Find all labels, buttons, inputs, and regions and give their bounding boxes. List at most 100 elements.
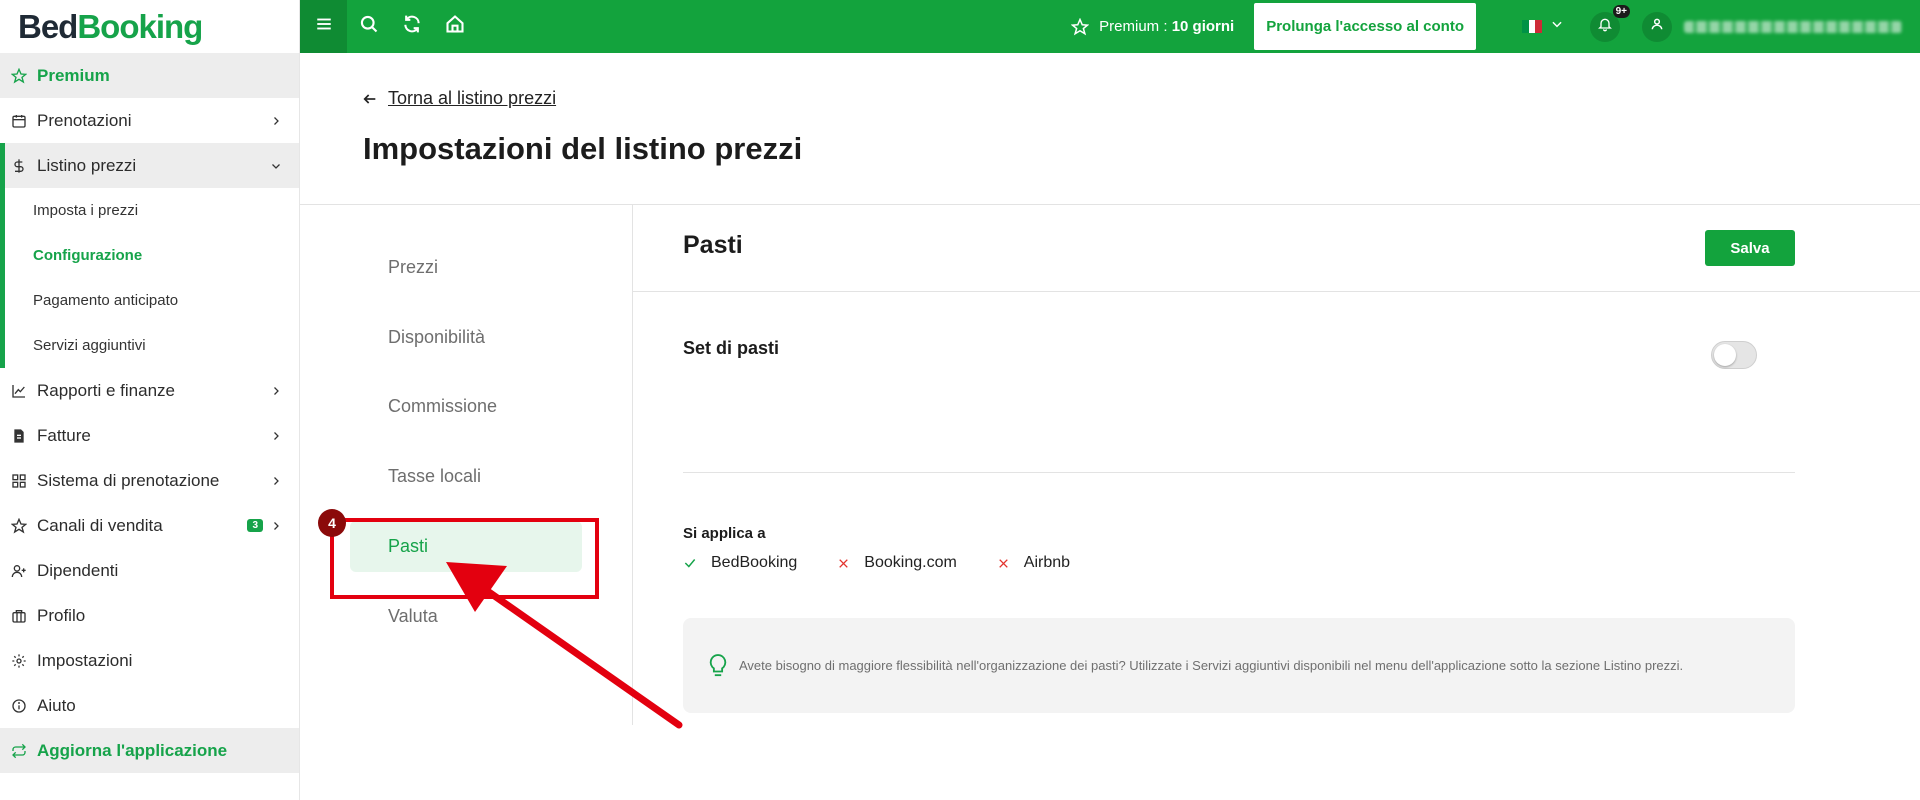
home-button[interactable] [433, 0, 476, 53]
sidebar-subnav: Imposta i prezzi Configurazione Pagament… [0, 188, 299, 368]
grid-icon [10, 472, 28, 490]
chevron-down-icon [269, 159, 283, 173]
main-content: Torna al listino prezzi Impostazioni del… [300, 53, 1920, 800]
italy-flag-icon [1522, 20, 1543, 33]
check-icon [683, 556, 697, 570]
refresh-button[interactable] [390, 0, 433, 53]
top-bar: Premium : 10 giorni Prolunga l'accesso a… [300, 0, 1920, 53]
sidebar-nav-lower: Rapporti e finanze Fatture Sistema di pr… [0, 368, 299, 773]
sidebar-item-label: Prenotazioni [37, 110, 132, 130]
sidebar-item-label: Premium [37, 65, 110, 85]
home-icon [445, 14, 465, 39]
tab-commissione[interactable]: Commissione [350, 381, 582, 432]
sidebar-item-label: Fatture [37, 425, 91, 445]
meal-set-label: Set di pasti [683, 338, 780, 358]
tab-pasti[interactable]: Pasti [350, 521, 582, 572]
sidebar-item-label: Sistema di prenotazione [37, 470, 220, 490]
user-icon [1650, 17, 1664, 36]
dollar-icon [10, 157, 28, 175]
hamburger-icon [315, 15, 333, 38]
sidebar-item-label: Aiuto [37, 695, 76, 715]
notification-count-badge: 9+ [1612, 4, 1630, 18]
cross-icon [837, 557, 850, 570]
sidebar-item-label: Rapporti e finanze [37, 380, 175, 400]
step-number-badge: 4 [318, 509, 346, 537]
info-text: Avete bisogno di maggiore flessibilità n… [739, 657, 1684, 673]
sidebar: Bed Booking Premium Prenotazioni Listino … [0, 0, 300, 800]
star-icon [10, 67, 28, 85]
user-plus-icon [10, 562, 28, 580]
search-icon [359, 14, 379, 39]
channel-booking-com: Booking.com [837, 554, 957, 572]
star-icon [10, 517, 28, 535]
refresh-icon [10, 742, 28, 760]
briefcase-icon [10, 607, 28, 625]
save-button[interactable]: Salva [1705, 230, 1795, 266]
channel-name: Airbnb [1023, 554, 1071, 571]
sidebar-item-label: Impostazioni [37, 650, 133, 670]
applies-to-label: Si applica a [683, 525, 766, 542]
extend-access-button[interactable]: Prolunga l'accesso al conto [1254, 3, 1476, 50]
app-logo[interactable]: Bed Booking [0, 0, 299, 53]
bell-icon [1597, 16, 1613, 37]
premium-label: Premium : [1099, 18, 1168, 35]
user-avatar-button[interactable] [1642, 11, 1672, 42]
sidebar-item-rapporti[interactable]: Rapporti e finanze [0, 368, 299, 413]
sidebar-item-label: Listino prezzi [37, 155, 137, 175]
section-divider [683, 472, 1795, 473]
meal-set-toggle[interactable] [1711, 341, 1757, 369]
channel-name: Booking.com [864, 554, 957, 571]
sidebar-item-fatture[interactable]: Fatture [0, 413, 299, 458]
count-badge: 3 [247, 519, 263, 532]
menu-toggle-button[interactable] [300, 0, 347, 53]
info-box: Avete bisogno di maggiore flessibilità n… [683, 618, 1795, 713]
page-title: Impostazioni del listino prezzi [363, 131, 803, 166]
sidebar-item-label: Dipendenti [37, 560, 119, 580]
logo-booking: Booking [77, 7, 203, 45]
language-selector[interactable] [1522, 17, 1564, 36]
sidebar-nav: Premium Prenotazioni Listino prezzi [0, 53, 299, 188]
sidebar-item-aiuto[interactable]: Aiuto [0, 683, 299, 728]
user-email-blurred[interactable] [1684, 20, 1902, 33]
sidebar-item-aggiorna[interactable]: Aggiorna l'applicazione [0, 728, 299, 773]
back-link-label: Torna al listino prezzi [388, 88, 557, 108]
sidebar-item-dipendenti[interactable]: Dipendenti [0, 548, 299, 593]
sidebar-item-listino-prezzi[interactable]: Listino prezzi [0, 143, 299, 188]
sidebar-item-impostazioni[interactable]: Impostazioni [0, 638, 299, 683]
channel-name: BedBooking [711, 554, 798, 571]
sidebar-item-canali-vendita[interactable]: Canali di vendita 3 [0, 503, 299, 548]
sidebar-item-profilo[interactable]: Profilo [0, 593, 299, 638]
premium-days: 10 giorni [1171, 18, 1235, 35]
sidebar-item-sistema-prenotazione[interactable]: Sistema di prenotazione [0, 458, 299, 503]
gear-icon [10, 652, 28, 670]
star-icon [1071, 17, 1090, 36]
sidebar-item-premium[interactable]: Premium [0, 53, 299, 98]
tab-valuta[interactable]: Valuta [350, 591, 582, 642]
channel-list: BedBooking Booking.com Airbnb [683, 554, 1110, 572]
chevron-right-icon [269, 519, 283, 533]
chevron-right-icon [269, 429, 283, 443]
sidebar-item-label: Aggiorna l'applicazione [37, 740, 228, 760]
premium-status: Premium : 10 giorni [1071, 17, 1235, 36]
notifications-button[interactable]: 9+ [1590, 4, 1630, 42]
logo-bed: Bed [18, 7, 78, 45]
back-link[interactable]: Torna al listino prezzi [362, 88, 556, 109]
arrow-left-icon [362, 91, 378, 107]
chart-line-icon [10, 382, 28, 400]
sidebar-subitem-servizi-aggiuntivi[interactable]: Servizi aggiuntivi [0, 323, 299, 368]
cross-icon [997, 557, 1010, 570]
channel-airbnb: Airbnb [997, 554, 1070, 572]
chevron-right-icon [269, 114, 283, 128]
tab-disponibilita[interactable]: Disponibilità [350, 312, 582, 363]
sidebar-item-prenotazioni[interactable]: Prenotazioni [0, 98, 299, 143]
section-title: Pasti [683, 231, 743, 259]
sidebar-subitem-imposta-prezzi[interactable]: Imposta i prezzi [0, 188, 299, 233]
chevron-right-icon [269, 384, 283, 398]
sidebar-subitem-configurazione[interactable]: Configurazione [0, 233, 299, 278]
info-icon [10, 697, 28, 715]
tab-tasse-locali[interactable]: Tasse locali [350, 451, 582, 502]
lightbulb-icon [707, 653, 729, 679]
search-button[interactable] [347, 0, 390, 53]
sidebar-subitem-pagamento-anticipato[interactable]: Pagamento anticipato [0, 278, 299, 323]
tab-prezzi[interactable]: Prezzi [350, 242, 582, 293]
